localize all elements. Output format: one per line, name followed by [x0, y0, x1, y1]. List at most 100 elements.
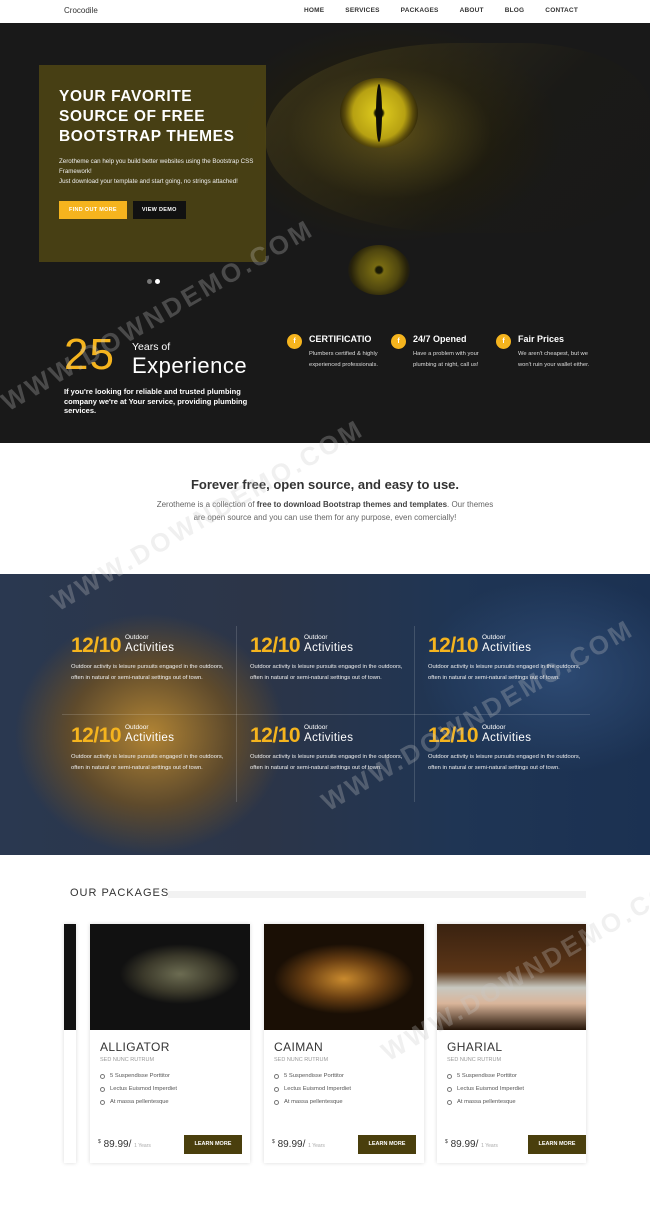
activity-label: Activities [304, 732, 354, 744]
view-demo-button[interactable]: VIEW DEMO [132, 201, 186, 219]
activity-small: Outdoor [125, 634, 149, 641]
facebook-icon: f [496, 334, 511, 349]
nav-contact[interactable]: CONTACT [545, 7, 578, 14]
main-menu: HOME SERVICES PACKAGES ABOUT BLOG CONTAC… [283, 7, 578, 14]
feature-text: 5 Suspendisse Porttitor [457, 1073, 517, 1079]
activity-desc: Outdoor activity is leisure pursuits eng… [71, 754, 224, 771]
caiman-image [264, 924, 424, 1030]
experience-block: 25 Years of Experience [64, 333, 247, 379]
package-features: 5 Suspendisse Porttitor Lectus Euismod I… [100, 1073, 250, 1105]
package-features: 5 Suspendisse Porttitor Lectus Euismod I… [447, 1073, 586, 1105]
package-card-alligator: ALLIGATOR SED NUNC RUTRUM 5 Suspendisse … [90, 924, 250, 1163]
nav-packages[interactable]: PACKAGES [401, 7, 439, 14]
hero-buttons: FIND OUT MORE VIEW DEMO [59, 201, 246, 219]
package-subtitle: SED NUNC RUTRUM [100, 1057, 155, 1063]
currency: $ [272, 1139, 275, 1145]
hero-text-line: Just download your template and start go… [59, 178, 238, 185]
feature-text: At massa pellentesque [284, 1099, 343, 1105]
package-footer: $ 89.99/ 1 Years LEARN MORE [445, 1135, 586, 1155]
activity-small: Outdoor [125, 724, 149, 731]
feature-text: 5 Suspendisse Porttitor [110, 1073, 170, 1079]
list-item: Lectus Euismod Imperdiet [100, 1086, 250, 1092]
activity-item: 12/10 Outdoor Activities Outdoor activit… [71, 724, 241, 814]
feature-desc: Have a problem with your plumbing at nig… [413, 351, 479, 368]
facebook-icon: f [287, 334, 302, 349]
activity-small: Outdoor [304, 724, 328, 731]
feature-text: 5 Suspendisse Porttitor [284, 1073, 344, 1079]
intro-text-bold: free to download Bootstrap themes and te… [256, 500, 448, 509]
activity-number: 12/10 [250, 724, 301, 747]
activity-desc: Outdoor activity is leisure pursuits eng… [428, 754, 581, 771]
package-subtitle: SED NUNC RUTRUM [274, 1057, 329, 1063]
circle-bullet-icon [274, 1099, 279, 1105]
activity-item: 12/10 Outdoor Activities Outdoor activit… [71, 634, 241, 724]
intro-text-pre: Zerotheme is a collection of [156, 500, 257, 509]
feature-title: Fair Prices [518, 334, 565, 344]
activity-label: Activities [482, 732, 532, 744]
circle-bullet-icon [100, 1086, 105, 1092]
activity-desc: Outdoor activity is leisure pursuits eng… [428, 664, 581, 681]
slider-dot[interactable] [147, 279, 152, 284]
list-item: 5 Suspendisse Porttitor [100, 1073, 250, 1079]
hero-caption-box: YOUR FAVORITE SOURCE OF FREE BOOTSTRAP T… [39, 65, 266, 262]
activity-number: 12/10 [71, 634, 122, 657]
nav-blog[interactable]: BLOG [505, 7, 525, 14]
intro-title: Forever free, open source, and easy to u… [190, 477, 460, 492]
nav-services[interactable]: SERVICES [345, 7, 379, 14]
slider-dot-active[interactable] [155, 279, 160, 284]
package-price: $ 89.99/ 1 Years [445, 1139, 498, 1150]
hero-title-line: BOOTSTRAP THEMES [59, 128, 235, 145]
activity-number: 12/10 [250, 634, 301, 657]
circle-bullet-icon [100, 1073, 105, 1079]
packages-title: OUR PACKAGES [70, 887, 170, 899]
circle-bullet-icon [274, 1073, 279, 1079]
activity-label: Activities [482, 642, 532, 654]
package-features: 5 Suspendisse Porttitor Lectus Euismod I… [274, 1073, 424, 1105]
list-item: Lectus Euismod Imperdiet [447, 1086, 586, 1092]
package-subtitle: SED NUNC RUTRUM [447, 1057, 502, 1063]
package-footer: $ 89.99/ 1 Years LEARN MORE [98, 1135, 250, 1155]
experience-description: If you're looking for reliable and trust… [64, 387, 248, 416]
activity-number: 12/10 [71, 724, 122, 747]
learn-more-button[interactable]: LEARN MORE [358, 1135, 416, 1154]
nav-home[interactable]: HOME [304, 7, 324, 14]
circle-bullet-icon [447, 1073, 452, 1079]
list-item: At massa pellentesque [274, 1099, 424, 1105]
nav-about[interactable]: ABOUT [460, 7, 484, 14]
price-value: 89.99/ [450, 1139, 479, 1150]
experience-years-of: Years of [132, 341, 171, 353]
package-card-partial [64, 924, 76, 1163]
feature-title: 24/7 Opened [413, 334, 467, 344]
feature-text: Lectus Euismod Imperdiet [284, 1086, 352, 1092]
feature-text: At massa pellentesque [110, 1099, 169, 1105]
feature-title: CERTIFICATIO [309, 334, 372, 344]
list-item: Lectus Euismod Imperdiet [274, 1086, 424, 1092]
activity-small: Outdoor [482, 724, 506, 731]
feature-desc: We aren't cheapest, but we won't ruin yo… [518, 351, 590, 368]
top-navbar: Crocodile HOME SERVICES PACKAGES ABOUT B… [0, 0, 650, 23]
hero-text: Zerotheme can help you build better webs… [59, 157, 259, 187]
package-footer: $ 89.99/ 1 Years LEARN MORE [272, 1135, 424, 1155]
currency: $ [445, 1139, 448, 1145]
activity-desc: Outdoor activity is leisure pursuits eng… [71, 664, 224, 681]
alligator-image [90, 924, 250, 1030]
package-price: $ 89.99/ 1 Years [98, 1139, 151, 1150]
activity-item: 12/10 Outdoor Activities Outdoor activit… [250, 634, 420, 724]
price-unit: 1 Years [134, 1143, 151, 1149]
list-item: At massa pellentesque [100, 1099, 250, 1105]
circle-bullet-icon [100, 1099, 105, 1105]
package-image [64, 924, 76, 1030]
find-out-more-button[interactable]: FIND OUT MORE [59, 201, 127, 219]
hero-section: YOUR FAVORITE SOURCE OF FREE BOOTSTRAP T… [0, 23, 650, 443]
eye-reflection-image [348, 245, 410, 295]
learn-more-button[interactable]: LEARN MORE [184, 1135, 242, 1154]
activity-label: Activities [125, 642, 175, 654]
list-item: At massa pellentesque [447, 1099, 586, 1105]
activity-number: 12/10 [428, 634, 479, 657]
feature-desc: Plumbers certified & highly experienced … [309, 351, 378, 368]
package-price: $ 89.99/ 1 Years [272, 1139, 325, 1150]
activity-desc: Outdoor activity is leisure pursuits eng… [250, 664, 403, 681]
learn-more-button[interactable]: LEARN MORE [528, 1135, 586, 1154]
brand-logo[interactable]: Crocodile [64, 6, 98, 15]
intro-text: Zerotheme is a collection of free to dow… [150, 499, 500, 524]
